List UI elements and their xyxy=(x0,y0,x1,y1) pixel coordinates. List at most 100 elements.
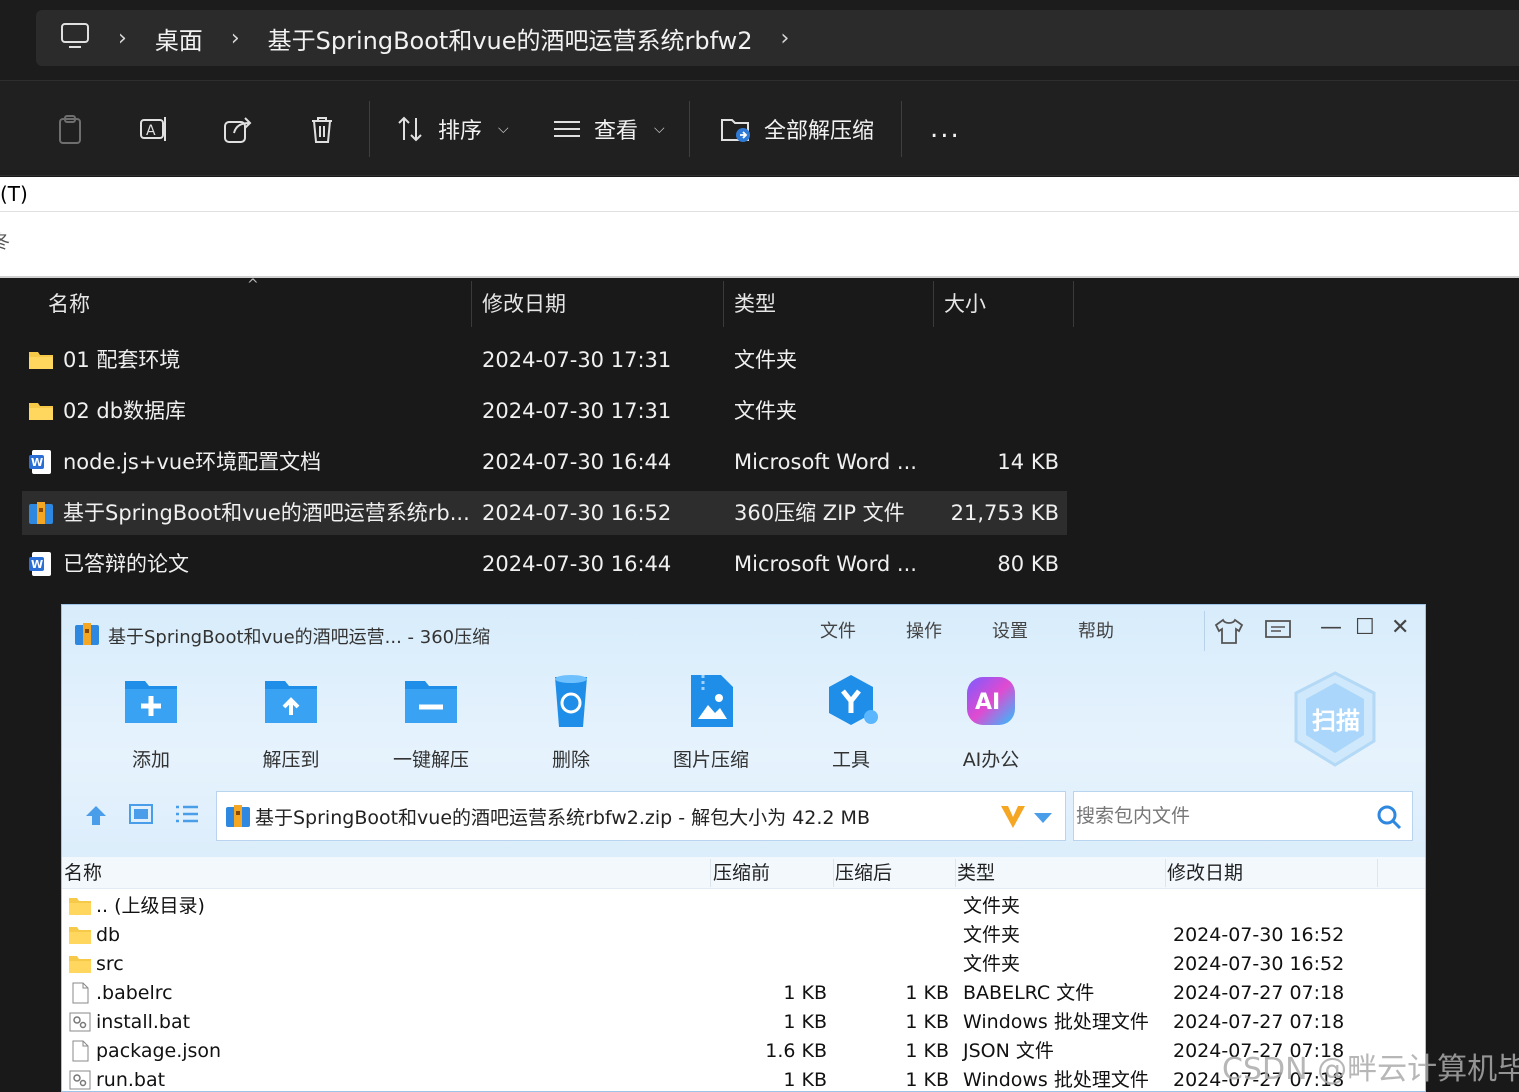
more-label: ... xyxy=(930,114,961,144)
column-type[interactable]: 类型 xyxy=(734,281,776,327)
zip-column-type[interactable]: 类型 xyxy=(957,857,995,889)
zip-column-name[interactable]: 名称 xyxy=(64,857,102,889)
archive-item-date: 2024-07-30 16:52 xyxy=(1173,924,1345,946)
one-click-extract-button[interactable]: 一键解压 xyxy=(376,671,486,772)
extract-all-button[interactable]: 全部解压缩 xyxy=(720,109,874,149)
file-row[interactable]: W 已答辩的论文 2024-07-30 16:44 Microsoft Word… xyxy=(22,542,1067,586)
file-row[interactable]: W node.js+vue环境配置文档 2024-07-30 16:44 Mic… xyxy=(22,440,1067,484)
toolbar-divider xyxy=(689,101,690,157)
zip-window: 基于SpringBoot和vue的酒吧运营... - 360压缩 文件 操作 设… xyxy=(61,604,1426,1092)
file-size: 80 KB xyxy=(997,552,1059,576)
view-icon xyxy=(554,121,580,137)
archive-path-field[interactable]: 基于SpringBoot和vue的酒吧运营系统rbfw2.zip - 解包大小为… xyxy=(216,791,1066,841)
paste-icon[interactable] xyxy=(54,113,86,145)
chevron-right-icon[interactable]: › xyxy=(231,26,240,51)
file-size: 14 KB xyxy=(997,450,1059,474)
column-name[interactable]: 名称 xyxy=(48,281,90,327)
folder-icon xyxy=(69,927,91,944)
folder-icon xyxy=(29,352,53,369)
file-row-selected[interactable]: 基于SpringBoot和vue的酒吧运营系统rb... 2024-07-30 … xyxy=(22,491,1067,535)
column-divider[interactable] xyxy=(723,281,724,327)
zip-column-after[interactable]: 压缩后 xyxy=(835,857,892,889)
rename-icon[interactable]: A xyxy=(138,113,170,145)
column-divider[interactable] xyxy=(471,281,472,327)
delete-button[interactable]: 删除 xyxy=(516,671,626,772)
archive-row[interactable]: .. (上级目录) 文件夹 xyxy=(62,892,1425,921)
column-divider[interactable] xyxy=(933,281,934,327)
archive-row[interactable]: package.json 1.6 KB 1 KB JSON 文件 2024-07… xyxy=(62,1037,1425,1066)
sort-ascending-icon: ^ xyxy=(247,277,259,293)
chevron-right-icon[interactable]: › xyxy=(781,26,790,51)
zip-ribbon: 基于SpringBoot和vue的酒吧运营... - 360压缩 文件 操作 设… xyxy=(62,605,1425,857)
column-divider[interactable] xyxy=(1165,859,1166,887)
breadcrumb-desktop[interactable]: 桌面 xyxy=(155,21,203,56)
chevron-right-icon[interactable]: › xyxy=(118,26,127,51)
one-click-extract-icon xyxy=(405,681,457,723)
skin-icon[interactable] xyxy=(1214,617,1244,645)
archive-item-type: Windows 批处理文件 xyxy=(963,1069,1149,1091)
ai-office-button[interactable]: AI AI办公 xyxy=(936,671,1046,772)
menu-settings[interactable]: 设置 xyxy=(992,617,1028,643)
feedback-icon[interactable] xyxy=(1264,619,1292,643)
archive-item-type: BABELRC 文件 xyxy=(963,982,1095,1004)
zip-column-date[interactable]: 修改日期 xyxy=(1167,857,1243,889)
menu-file[interactable]: 文件 xyxy=(820,617,856,643)
archive-item-before: 1.6 KB xyxy=(765,1040,827,1062)
file-row[interactable]: 01 配套环境 2024-07-30 17:31 文件夹 xyxy=(22,338,1067,382)
column-divider[interactable] xyxy=(955,859,956,887)
column-divider[interactable] xyxy=(1377,859,1378,887)
archive-row[interactable]: install.bat 1 KB 1 KB Windows 批处理文件 2024… xyxy=(62,1008,1425,1037)
search-icon[interactable] xyxy=(1376,804,1402,830)
file-icon xyxy=(72,1040,89,1062)
verified-v-icon xyxy=(1001,806,1025,828)
tools-button[interactable]: 工具 xyxy=(796,671,906,772)
zip-nav-bar: 基于SpringBoot和vue的酒吧运营系统rbfw2.zip - 解包大小为… xyxy=(62,789,1425,857)
archive-item-date: 2024-07-27 07:18 xyxy=(1173,1011,1345,1033)
archive-row[interactable]: .babelrc 1 KB 1 KB BABELRC 文件 2024-07-27… xyxy=(62,979,1425,1008)
extract-to-button[interactable]: 解压到 xyxy=(236,671,346,772)
close-button[interactable]: ✕ xyxy=(1391,615,1409,640)
file-type: Microsoft Word ... xyxy=(734,450,917,474)
scan-shield-icon[interactable]: 扫描 xyxy=(1290,669,1380,769)
more-options-button[interactable]: ... xyxy=(930,109,961,149)
archive-search-input[interactable]: 搜索包内文件 xyxy=(1073,791,1413,841)
csdn-watermark: CSDN @畔云计算机毕设 xyxy=(1222,1052,1519,1087)
column-divider[interactable] xyxy=(833,859,834,887)
column-date[interactable]: 修改日期 xyxy=(482,281,566,327)
minimize-button[interactable]: — xyxy=(1320,615,1342,640)
zip-icon xyxy=(75,623,99,645)
column-size[interactable]: 大小 xyxy=(944,281,986,327)
delete-icon[interactable] xyxy=(306,113,338,145)
address-bar[interactable]: › 桌面 › 基于SpringBoot和vue的酒吧运营系统rbfw2 › xyxy=(36,10,1519,66)
column-divider[interactable] xyxy=(710,859,711,887)
breadcrumb-current-folder[interactable]: 基于SpringBoot和vue的酒吧运营系统rbfw2 xyxy=(268,21,753,56)
archive-row[interactable]: run.bat 1 KB 1 KB Windows 批处理文件 2024-07-… xyxy=(62,1066,1425,1091)
file-date: 2024-07-30 17:31 xyxy=(482,348,672,372)
dropdown-arrow-icon[interactable] xyxy=(1033,812,1053,824)
image-compress-button[interactable]: 图片压缩 xyxy=(656,671,766,772)
add-button[interactable]: 添加 xyxy=(96,671,206,772)
archive-item-before: 1 KB xyxy=(783,982,827,1004)
menu-operation[interactable]: 操作 xyxy=(906,617,942,643)
menu-help[interactable]: 帮助 xyxy=(1078,617,1114,643)
archive-row[interactable]: src 文件夹 2024-07-30 16:52 xyxy=(62,950,1425,979)
computer-icon[interactable] xyxy=(60,22,90,54)
file-row[interactable]: 02 db数据库 2024-07-30 17:31 文件夹 xyxy=(22,389,1067,433)
thumbnail-view-icon[interactable] xyxy=(128,803,154,825)
ai-office-icon: AI xyxy=(967,677,1015,725)
sort-button[interactable]: 排序 ⌵ xyxy=(396,109,509,149)
zip-column-before[interactable]: 压缩前 xyxy=(713,857,770,889)
folder-icon xyxy=(69,898,91,915)
up-arrow-icon[interactable] xyxy=(84,803,108,827)
list-view-icon[interactable] xyxy=(174,803,200,825)
extract-to-icon xyxy=(265,681,317,723)
archive-item-date: 2024-07-27 07:18 xyxy=(1173,982,1345,1004)
maximize-button[interactable]: ☐ xyxy=(1355,615,1375,640)
archive-row[interactable]: db 文件夹 2024-07-30 16:52 xyxy=(62,921,1425,950)
archive-item-after: 1 KB xyxy=(905,1040,949,1062)
archive-item-after: 1 KB xyxy=(905,1011,949,1033)
view-button[interactable]: 查看 ⌵ xyxy=(552,109,665,149)
column-divider[interactable] xyxy=(1073,281,1074,327)
share-icon[interactable] xyxy=(222,113,254,145)
extract-folder-icon xyxy=(721,119,750,142)
